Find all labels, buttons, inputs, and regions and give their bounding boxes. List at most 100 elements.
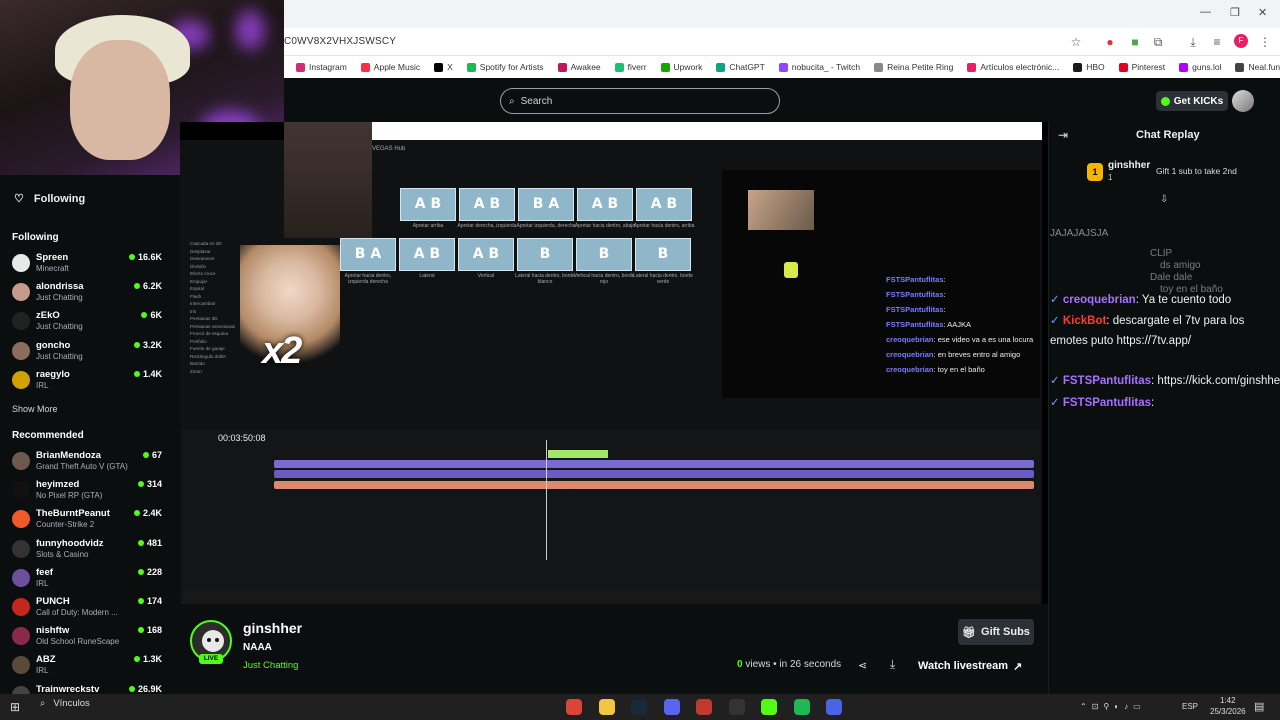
channel-row[interactable]: Spreen Minecraft 16.6K <box>12 252 162 281</box>
fx-item[interactable]: Flash <box>190 293 242 301</box>
fx-item[interactable]: Portfolio <box>190 338 242 346</box>
extensions-puzzle-icon[interactable]: ⧉ <box>1151 35 1165 49</box>
url-text[interactable]: C0WV8X2VHXJSWSCY <box>284 36 396 47</box>
transition-thumb[interactable]: A B <box>577 188 633 221</box>
watch-livestream-link[interactable]: Watch livestream ↗ <box>918 657 1034 675</box>
fx-item[interactable]: Empujar <box>190 278 242 286</box>
channel-row[interactable]: funnyhoodvidz Slots & Casino 481 <box>12 538 162 567</box>
clock[interactable]: 1:42 25/3/2026 <box>1210 695 1246 717</box>
fx-item[interactable]: Zoom <box>190 368 242 376</box>
following-toggle[interactable]: ♡ Following <box>14 192 85 206</box>
taskbar-app-icon[interactable] <box>696 699 712 715</box>
fx-item[interactable]: Fruncir de esquina <box>190 330 242 338</box>
bookmark-item[interactable]: Awakee <box>557 62 601 72</box>
extension-icon[interactable]: ● <box>1103 35 1117 49</box>
channel-row[interactable]: BrianMendoza Grand Theft Auto V (GTA) 67 <box>12 450 162 479</box>
taskbar-app-icon[interactable] <box>598 699 615 715</box>
chat-username[interactable]: FSTSPantuflitas <box>1063 375 1151 387</box>
transition-thumb[interactable]: A B <box>400 188 456 221</box>
transition-thumb[interactable]: B A <box>340 238 396 271</box>
show-more-link[interactable]: Show More <box>12 404 58 414</box>
channel-row[interactable]: heyimzed No Pixel RP (GTA) 314 <box>12 479 162 508</box>
taskbar-app-icon[interactable] <box>826 699 842 715</box>
transition-thumb[interactable]: A B <box>458 238 514 271</box>
bookmark-item[interactable]: nobucita_ - Twitch <box>778 62 860 72</box>
transition-thumb[interactable]: A B <box>459 188 515 221</box>
chat-username[interactable]: KickBot <box>1063 315 1106 327</box>
fx-item[interactable]: Iris <box>190 308 242 316</box>
taskbar-app-icon[interactable] <box>728 699 745 715</box>
taskbar-app-icon[interactable] <box>566 699 582 715</box>
bookmark-star-icon[interactable]: ☆ <box>1069 35 1083 49</box>
bookmark-item[interactable]: fiverr <box>614 62 647 72</box>
chat-username[interactable]: FSTSPantuflitas <box>1063 397 1151 409</box>
channel-row[interactable]: TheBurntPeanut Counter-Strike 2 2.4K <box>12 508 162 537</box>
bookmark-item[interactable]: Upwork <box>660 62 702 72</box>
channel-row[interactable]: ABZ IRL 1.3K <box>12 654 162 683</box>
bookmark-item[interactable]: Artículos electrónic... <box>967 62 1059 72</box>
bookmark-item[interactable]: HBO <box>1073 62 1105 72</box>
minimize-icon[interactable]: — <box>1200 6 1211 18</box>
transition-thumb[interactable]: B <box>635 238 691 271</box>
fx-item[interactable]: Espiral <box>190 285 242 293</box>
fx-item[interactable]: Persianas 3D <box>190 315 242 323</box>
media-icon[interactable]: ≡ <box>1210 35 1224 49</box>
menu-icon[interactable]: ⋮ <box>1258 35 1272 49</box>
close-icon[interactable]: ✕ <box>1258 6 1267 19</box>
fx-item[interactable]: Rectángulo doble <box>190 353 242 361</box>
taskbar-app-icon[interactable] <box>761 699 777 715</box>
share-icon[interactable]: ⋖ <box>858 659 867 672</box>
tray-icons[interactable]: ⌃⊡⚲◐♪▭ <box>1080 702 1146 711</box>
extension-icon[interactable]: ■ <box>1128 35 1142 49</box>
fx-item[interactable]: Desplazar <box>190 248 242 256</box>
channel-row[interactable]: feef IRL 228 <box>12 567 162 596</box>
fx-item[interactable]: Persianas venecianas <box>190 323 242 331</box>
bookmark-item[interactable]: Neal.fun <box>1235 62 1280 72</box>
bookmark-item[interactable]: guns.lol <box>1179 62 1221 72</box>
chat-username[interactable]: creoquebrian <box>1063 294 1136 306</box>
user-avatar[interactable] <box>1232 90 1254 112</box>
channel-row[interactable]: nishftw Old School RuneScape 168 <box>12 625 162 654</box>
channel-row[interactable]: zEkO Just Chatting 6K <box>12 310 162 339</box>
notification-icon[interactable]: ▤ <box>1254 700 1264 713</box>
windows-start-icon[interactable]: ⊞ <box>10 700 20 714</box>
taskbar-search[interactable]: ⌕ Vínculos <box>40 698 90 709</box>
fx-item[interactable]: Intercambiar <box>190 300 242 308</box>
transition-thumb[interactable]: A B <box>399 238 455 271</box>
download-icon[interactable]: ⤓ <box>1186 35 1200 49</box>
search-input[interactable]: ⌕ Search <box>500 88 780 114</box>
bookmark-item[interactable]: X <box>434 62 453 72</box>
collapse-chat-icon[interactable]: ⇥ <box>1058 128 1068 142</box>
streamer-name[interactable]: ginshher <box>243 620 302 636</box>
language-indicator[interactable]: ESP <box>1182 702 1198 711</box>
pinned-gift-banner[interactable]: 1 ginshher 1 Gift 1 sub to take 2nd <box>1084 160 1280 188</box>
bookmark-item[interactable]: Instagram <box>296 62 347 72</box>
gift-subs-button[interactable]: 🎁︎ Gift Subs <box>958 619 1034 645</box>
channel-row[interactable]: raegylo IRL 1.4K <box>12 369 162 398</box>
taskbar-app-icon[interactable] <box>631 699 647 715</box>
transition-thumb[interactable]: B <box>576 238 632 271</box>
get-kicks-button[interactable]: Get KICKs <box>1156 91 1228 111</box>
scroll-down-icon[interactable]: ⇩ <box>1160 194 1168 205</box>
transition-thumb[interactable]: B <box>517 238 573 271</box>
bookmark-item[interactable]: Pinterest <box>1118 62 1165 72</box>
profile-avatar[interactable]: F <box>1234 34 1248 48</box>
fx-item[interactable]: División <box>190 263 242 271</box>
channel-row[interactable]: PUNCH Call of Duty: Modern ... 174 <box>12 596 162 625</box>
bookmark-item[interactable]: Spotify for Artists <box>466 62 544 72</box>
bookmark-item[interactable]: Apple Music <box>360 62 420 72</box>
transition-thumb[interactable]: B A <box>518 188 574 221</box>
channel-row[interactable]: alondrissa Just Chatting 6.2K <box>12 281 162 310</box>
download-icon[interactable]: ⤓ <box>890 657 895 672</box>
taskbar-app-icon[interactable] <box>793 699 810 715</box>
fx-item[interactable]: Desvanecer <box>190 255 242 263</box>
taskbar-app-icon[interactable] <box>663 699 680 715</box>
fx-item[interactable]: Cascada en 3D <box>190 240 242 248</box>
maximize-icon[interactable]: ❐ <box>1230 6 1240 19</box>
bookmark-item[interactable]: ChatGPT <box>716 62 765 72</box>
stream-category[interactable]: Just Chatting <box>243 660 298 671</box>
transition-thumb[interactable]: A B <box>636 188 692 221</box>
channel-row[interactable]: goncho Just Chatting 3.2K <box>12 340 162 369</box>
fx-item[interactable]: Barrido <box>190 360 242 368</box>
fx-item[interactable]: Fuente de garaje <box>190 345 242 353</box>
